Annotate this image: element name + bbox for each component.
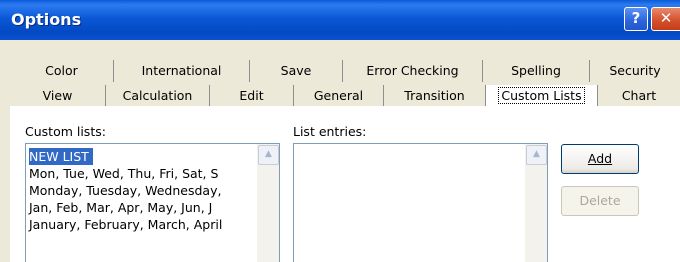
window-title: Options xyxy=(11,10,82,29)
list-entries-label: List entries: xyxy=(293,124,367,139)
tab-calculation[interactable]: Calculation xyxy=(106,85,210,107)
close-icon[interactable]: ✕ xyxy=(651,7,680,31)
add-button[interactable]: Add xyxy=(561,144,639,174)
tab-chart[interactable]: Chart xyxy=(598,85,680,107)
scroll-up-arrow-icon[interactable]: ▲ xyxy=(258,145,279,165)
list-item[interactable]: Mon, Tue, Wed, Thu, Fri, Sat, S xyxy=(29,165,222,182)
list-entries-textbox[interactable]: ▲ xyxy=(293,143,548,262)
title-bar[interactable]: Options ? ✕ xyxy=(0,0,680,40)
tab-transition[interactable]: Transition xyxy=(384,85,486,107)
custom-lists-label: Custom lists: xyxy=(25,124,106,139)
custom-lists-scrollbar[interactable]: ▲ xyxy=(257,144,279,262)
scroll-up-arrow-icon[interactable]: ▲ xyxy=(526,145,547,165)
list-item[interactable]: NEW LIST xyxy=(29,148,93,165)
tab-error-checking[interactable]: Error Checking xyxy=(343,60,483,82)
tab-edit[interactable]: Edit xyxy=(210,85,294,107)
list-item[interactable]: Jan, Feb, Mar, Apr, May, Jun, J xyxy=(29,199,216,216)
tab-general[interactable]: General xyxy=(294,85,384,107)
tab-row-front: View Calculation Edit General Transition… xyxy=(10,85,680,107)
tab-international[interactable]: International xyxy=(114,60,250,82)
tab-spelling[interactable]: Spelling xyxy=(483,60,590,82)
list-item[interactable]: Monday, Tuesday, Wednesday, xyxy=(29,182,225,199)
custom-lists-listbox[interactable]: NEW LIST Mon, Tue, Wed, Thu, Fri, Sat, S… xyxy=(25,143,280,262)
tab-security[interactable]: Security xyxy=(590,60,680,82)
list-entries-scrollbar[interactable]: ▲ xyxy=(525,144,547,262)
tab-custom-lists[interactable]: Custom Lists xyxy=(486,85,598,107)
delete-button[interactable]: Delete xyxy=(561,186,639,216)
help-icon[interactable]: ? xyxy=(624,7,648,31)
tab-row-back: Color International Save Error Checking … xyxy=(10,60,680,82)
tab-save[interactable]: Save xyxy=(250,60,343,82)
list-item[interactable]: January, February, March, April xyxy=(29,216,226,233)
tab-color[interactable]: Color xyxy=(10,60,114,82)
tab-view[interactable]: View xyxy=(10,85,106,107)
